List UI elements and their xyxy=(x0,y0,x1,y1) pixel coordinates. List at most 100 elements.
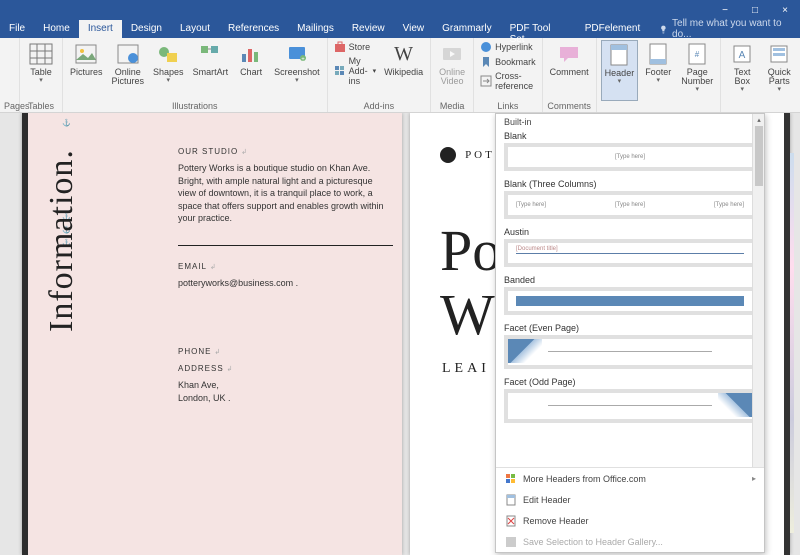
remove-header-label: Remove Header xyxy=(523,516,589,526)
group-addins: Store My Add-ins▾ WWikipedia Add-ins xyxy=(328,38,432,112)
address-body[interactable]: Khan Ave, London, UK . xyxy=(178,379,393,404)
caret-icon: ▾ xyxy=(167,77,171,84)
more-headers-button[interactable]: More Headers from Office.com▸ xyxy=(496,468,764,489)
tab-pdftoolset[interactable]: PDF Tool Set xyxy=(501,20,576,38)
tab-design[interactable]: Design xyxy=(122,20,171,38)
scroll-thumb[interactable] xyxy=(755,126,763,186)
edit-header-label: Edit Header xyxy=(523,495,571,505)
save-header-button: Save Selection to Header Gallery... xyxy=(496,531,764,552)
smartart-label: SmartArt xyxy=(193,68,229,77)
office-icon xyxy=(504,472,517,485)
tab-layout[interactable]: Layout xyxy=(171,20,219,38)
gallery-item-blank[interactable]: Blank [Type here] xyxy=(496,129,764,177)
email-value[interactable]: potteryworks@business.com . xyxy=(178,277,393,290)
crossref-button[interactable]: Cross-reference xyxy=(478,70,538,92)
gallery-item-facet-odd[interactable]: Facet (Odd Page) xyxy=(496,375,764,429)
divider xyxy=(178,245,393,246)
chart-button[interactable]: Chart xyxy=(234,40,268,101)
tell-me-search[interactable]: Tell me what you want to do... xyxy=(649,20,800,38)
edit-icon xyxy=(504,493,517,506)
group-label-text xyxy=(725,101,800,112)
group-media: Online Video Media xyxy=(431,38,474,112)
group-tables: Table ▾ Tables xyxy=(20,38,63,112)
tab-references[interactable]: References xyxy=(219,20,288,38)
online-pictures-button[interactable]: Online Pictures xyxy=(109,40,148,101)
document-area[interactable]: ⚓ ⚓ ⚓ ⚓ Information. OUR STUDIO ↲ Potter… xyxy=(0,113,800,555)
minimize-button[interactable]: − xyxy=(710,0,740,20)
tab-view[interactable]: View xyxy=(394,20,434,38)
pictures-icon xyxy=(72,42,100,66)
close-button[interactable]: × xyxy=(770,0,800,20)
header-button[interactable]: Header▾ xyxy=(601,40,639,101)
gallery-item-austin[interactable]: Austin [Document title] xyxy=(496,225,764,273)
header-label: Header xyxy=(605,69,635,78)
shapes-label: Shapes xyxy=(153,68,184,77)
gallery-preview xyxy=(504,389,756,423)
edit-header-button[interactable]: Edit Header xyxy=(496,489,764,510)
page-number-button[interactable]: #Page Number▾ xyxy=(678,40,716,101)
store-button[interactable]: Store xyxy=(332,40,379,54)
pictures-label: Pictures xyxy=(70,68,103,77)
heading-line2: W xyxy=(440,285,495,346)
footer-label: Footer xyxy=(645,68,671,77)
gallery-item-name: Blank xyxy=(504,131,756,141)
table-button[interactable]: Table ▾ xyxy=(24,40,58,101)
gallery-item-facet-even[interactable]: Facet (Even Page) xyxy=(496,321,764,375)
ribbon: Pages Table ▾ Tables Pictures Online Pic… xyxy=(0,38,800,113)
tab-home[interactable]: Home xyxy=(34,20,79,38)
caret-icon: ▾ xyxy=(740,86,744,93)
wikipedia-button[interactable]: WWikipedia xyxy=(381,40,426,101)
smartart-button[interactable]: SmartArt xyxy=(190,40,232,101)
info-title: Information. xyxy=(43,149,81,332)
group-label-links: Links xyxy=(478,101,538,112)
placeholder-text: [Type here] xyxy=(516,202,546,208)
comment-button[interactable]: Comment xyxy=(547,40,592,101)
shapes-button[interactable]: Shapes▾ xyxy=(150,40,187,101)
footer-button[interactable]: Footer▾ xyxy=(641,40,675,101)
studio-body[interactable]: Pottery Works is a boutique studio on Kh… xyxy=(178,162,393,225)
tab-mailings[interactable]: Mailings xyxy=(288,20,343,38)
screenshot-label: Screenshot xyxy=(274,68,320,77)
screenshot-button[interactable]: + Screenshot▾ xyxy=(271,40,323,101)
group-links: Hyperlink Bookmark Cross-reference Links xyxy=(474,38,543,112)
gallery-item-blank-three[interactable]: Blank (Three Columns) [Type here] [Type … xyxy=(496,177,764,225)
comment-label: Comment xyxy=(550,68,589,77)
email-label: EMAIL xyxy=(178,262,207,271)
textbox-icon: A xyxy=(728,42,756,66)
tab-grammarly[interactable]: Grammarly xyxy=(433,20,500,38)
group-label-illustrations: Illustrations xyxy=(67,101,323,112)
remove-header-button[interactable]: Remove Header xyxy=(496,510,764,531)
bookmark-button[interactable]: Bookmark xyxy=(478,55,538,69)
tab-file[interactable]: File xyxy=(0,20,34,38)
screenshot-icon: + xyxy=(283,42,311,66)
caret-icon: ▾ xyxy=(295,77,299,84)
online-video-label: Online Video xyxy=(439,68,465,86)
my-addins-label: My Add-ins xyxy=(349,56,368,86)
my-addins-button[interactable]: My Add-ins▾ xyxy=(332,55,379,87)
svg-text:#: # xyxy=(695,50,700,59)
tab-insert[interactable]: Insert xyxy=(79,20,122,38)
tab-pdfelement[interactable]: PDFelement xyxy=(576,20,650,38)
gallery-item-banded[interactable]: Banded xyxy=(496,273,764,321)
group-label-headerfooter xyxy=(601,101,717,112)
group-comments: Comment Comments xyxy=(543,38,597,112)
svg-text:A: A xyxy=(739,50,746,61)
maximize-button[interactable]: □ xyxy=(740,0,770,20)
group-illustrations: Pictures Online Pictures Shapes▾ SmartAr… xyxy=(63,38,328,112)
pictures-button[interactable]: Pictures xyxy=(67,40,106,101)
group-label-pages: Pages xyxy=(4,101,15,112)
comment-icon xyxy=(555,42,583,66)
group-headerfooter: Header▾ Footer▾ #Page Number▾ xyxy=(597,38,721,112)
hyperlink-button[interactable]: Hyperlink xyxy=(478,40,538,54)
tab-review[interactable]: Review xyxy=(343,20,394,38)
scroll-up-icon[interactable]: ▴ xyxy=(753,114,765,126)
online-video-button[interactable]: Online Video xyxy=(435,40,469,101)
quickparts-button[interactable]: Quick Parts▾ xyxy=(762,40,796,101)
store-label: Store xyxy=(349,42,371,52)
lightbulb-icon xyxy=(659,25,668,34)
gallery-item-name: Blank (Three Columns) xyxy=(504,179,756,189)
textbox-button[interactable]: AText Box▾ xyxy=(725,40,759,101)
caret-icon: ▾ xyxy=(39,77,43,84)
gallery-scrollbar[interactable]: ▴ ▾ xyxy=(752,114,764,490)
save-icon xyxy=(504,535,517,548)
